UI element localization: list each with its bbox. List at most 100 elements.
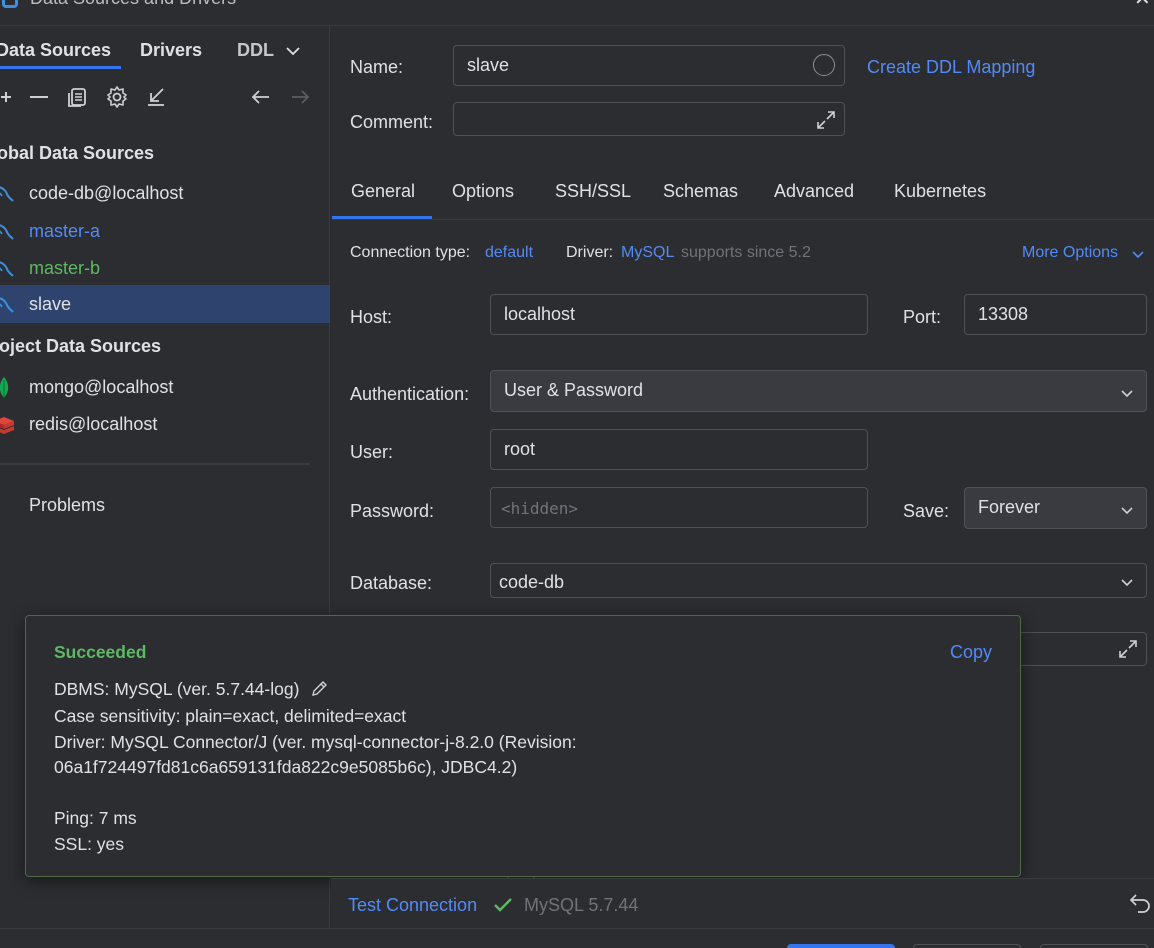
mysql-dolphin-icon	[0, 293, 16, 317]
mysql-dolphin-icon	[0, 257, 16, 281]
active-tab-indicator	[0, 66, 121, 69]
password-label: Password:	[350, 501, 435, 521]
settings-gear-icon[interactable]	[104, 84, 130, 110]
mysql-dolphin-icon	[0, 182, 16, 206]
save-value: Forever	[978, 497, 1041, 517]
window-title: Data Sources and Drivers	[30, 0, 236, 9]
host-field[interactable]: localhost	[490, 294, 868, 335]
copy-link[interactable]: Copy	[950, 642, 992, 663]
datasource-redis[interactable]: redis@localhost	[0, 405, 330, 443]
remove-icon[interactable]	[26, 84, 52, 110]
name-label: Name:	[350, 57, 404, 77]
datasource-master-b[interactable]: master-b	[0, 249, 330, 287]
user-value: root	[504, 439, 536, 459]
save-dropdown[interactable]: Forever	[964, 487, 1147, 529]
cancel-button[interactable]	[913, 944, 1021, 948]
connection-type-label: Connection type:	[350, 244, 471, 261]
mysql-dolphin-icon	[0, 220, 16, 244]
expand-icon[interactable]	[1116, 637, 1140, 661]
chevron-down-icon	[1120, 385, 1134, 399]
datasource-label: code-db@localhost	[29, 183, 184, 203]
datasource-label: slave	[29, 294, 72, 314]
add-icon[interactable]	[0, 84, 18, 110]
driver-link[interactable]: MySQL	[621, 244, 674, 262]
forward-arrow-icon[interactable]	[287, 84, 313, 110]
name-field[interactable]: slave	[453, 45, 845, 86]
datasource-label: mongo@localhost	[29, 377, 174, 397]
tab-options[interactable]: Options	[452, 181, 514, 202]
tab-data-sources[interactable]: Data Sources	[0, 40, 111, 61]
chevron-down-icon	[1120, 574, 1134, 588]
save-label: Save:	[903, 501, 950, 521]
connection-bottom-bar: Test Connection MySQL 5.7.44	[331, 878, 1154, 928]
tabs-divider	[332, 219, 1154, 220]
authentication-dropdown[interactable]: User & Password	[490, 370, 1147, 412]
app-logo-icon	[2, 0, 18, 8]
back-arrow-icon[interactable]	[248, 84, 274, 110]
password-placeholder: <hidden>	[501, 499, 579, 518]
tab-advanced[interactable]: Advanced	[774, 181, 854, 202]
tab-ddl[interactable]: DDL	[237, 40, 274, 61]
port-field[interactable]: 13308	[964, 294, 1147, 335]
checkmark-icon	[492, 895, 514, 915]
duplicate-icon[interactable]	[65, 84, 91, 110]
driver-line-2: 06a1f724497fd81c6a659131fda822c9e5085b6c…	[54, 757, 518, 777]
undo-icon[interactable]	[1128, 890, 1152, 914]
authentication-value: User & Password	[504, 380, 644, 400]
tab-drivers[interactable]: Drivers	[140, 40, 202, 61]
comment-field[interactable]	[453, 102, 845, 136]
driver-line-1: Driver: MySQL Connector/J (ver. mysql-co…	[54, 732, 577, 752]
chevron-down-icon	[1120, 502, 1134, 516]
tab-ssh-ssl[interactable]: SSH/SSL	[555, 181, 631, 202]
port-label: Port:	[903, 307, 942, 327]
password-field[interactable]: <hidden>	[490, 487, 868, 528]
ok-button[interactable]	[787, 944, 895, 948]
name-value: slave	[467, 55, 510, 75]
datasource-code-db[interactable]: code-db@localhost	[0, 174, 330, 212]
datasource-label: redis@localhost	[29, 414, 158, 434]
port-value: 13308	[978, 304, 1029, 324]
authentication-label: Authentication:	[350, 384, 470, 404]
divider	[0, 463, 310, 465]
tabs-overflow-chevron-icon[interactable]	[284, 42, 302, 60]
tab-schemas[interactable]: Schemas	[663, 181, 738, 202]
comment-label: Comment:	[350, 112, 434, 132]
apply-button[interactable]	[1040, 944, 1148, 948]
active-tab-indicator	[332, 216, 432, 219]
redis-icon	[0, 413, 16, 437]
ping-line: Ping: 7 ms	[54, 808, 137, 828]
tab-general[interactable]: General	[351, 181, 415, 202]
datasource-label: master-b	[29, 258, 101, 278]
user-label: User:	[350, 442, 394, 462]
connection-type-link[interactable]: default	[485, 244, 533, 262]
datasource-master-a[interactable]: master-a	[0, 212, 330, 250]
problems-item[interactable]: Problems	[29, 495, 105, 516]
test-connection-link[interactable]: Test Connection	[348, 895, 477, 916]
mongodb-leaf-icon	[0, 376, 16, 400]
datasource-slave[interactable]: slave	[0, 285, 330, 323]
global-data-sources-header: lobal Data Sources	[0, 143, 155, 163]
project-data-sources-header: roject Data Sources	[0, 336, 162, 356]
connection-result-version: MySQL 5.7.44	[524, 895, 639, 915]
database-value: code-db	[499, 572, 565, 592]
case-sensitivity-line: Case sensitivity: plain=exact, delimited…	[54, 706, 407, 726]
dbms-line: DBMS: MySQL (ver. 5.7.44-log)	[54, 679, 300, 699]
window-titlebar: Data Sources and Drivers ✕	[0, 0, 1154, 26]
color-picker-circle-icon[interactable]	[813, 54, 835, 76]
test-connection-result-popup: Succeeded Copy DBMS: MySQL (ver. 5.7.44-…	[25, 615, 1021, 877]
database-label: Database:	[350, 573, 433, 593]
import-icon[interactable]	[143, 84, 169, 110]
create-ddl-mapping-link[interactable]: Create DDL Mapping	[867, 57, 1035, 78]
tab-kubernetes[interactable]: Kubernetes	[894, 181, 986, 202]
driver-note: supports since 5.2	[681, 244, 811, 261]
chevron-down-icon[interactable]	[1131, 246, 1145, 260]
more-options-link[interactable]: More Options	[1022, 244, 1118, 262]
datasource-label: master-a	[29, 221, 101, 241]
edit-pencil-icon[interactable]	[309, 679, 329, 699]
close-icon[interactable]: ✕	[1134, 0, 1151, 11]
database-field[interactable]: code-db	[490, 563, 1147, 598]
datasource-mongo[interactable]: mongo@localhost	[0, 368, 330, 406]
host-label: Host:	[350, 307, 393, 327]
user-field[interactable]: root	[490, 429, 868, 470]
expand-icon[interactable]	[814, 108, 838, 132]
